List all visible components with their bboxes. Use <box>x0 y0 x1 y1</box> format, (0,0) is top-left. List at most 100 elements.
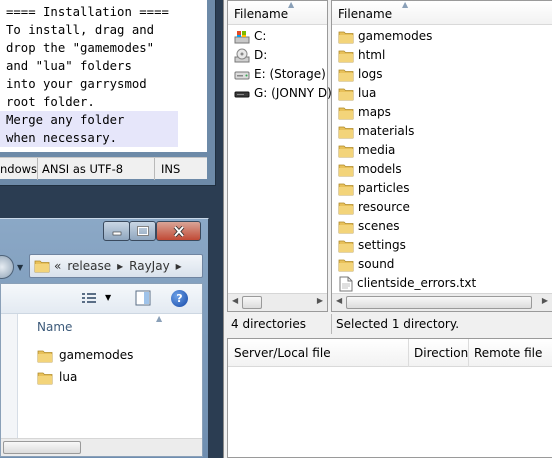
horizontal-scrollbar[interactable]: ◀ ▶ <box>228 293 327 311</box>
folder-icon <box>338 69 354 81</box>
scroll-right-icon[interactable]: ▶ <box>317 296 323 305</box>
remote-column-header[interactable]: ▲ Filename <box>332 0 552 25</box>
remote-folder-row[interactable]: particles <box>338 179 410 198</box>
remote-folder-row[interactable]: lua <box>338 84 376 103</box>
column-header-server-local-file[interactable]: Server/Local file <box>234 346 331 360</box>
scrollbar-thumb[interactable] <box>3 441 81 454</box>
minimize-icon <box>112 231 121 236</box>
list-item[interactable]: gamemodes <box>37 346 133 364</box>
local-column-header[interactable]: ▲ Filename <box>228 0 327 25</box>
folder-icon <box>338 126 354 138</box>
editor-line: root folder. <box>6 95 95 109</box>
column-header-name[interactable]: Name <box>37 320 72 334</box>
drive-label: D: <box>254 48 268 62</box>
remote-file-row[interactable]: clientside_errors.txt <box>339 274 476 293</box>
scroll-left-icon[interactable]: ◀ <box>232 296 238 305</box>
drive-row[interactable]: C: <box>234 27 266 46</box>
folder-icon <box>37 372 53 384</box>
folder-icon <box>338 240 354 252</box>
folder-icon <box>338 145 354 157</box>
editor-line: into your garrysmod <box>6 77 147 91</box>
close-button[interactable] <box>156 221 201 241</box>
chevron-down-icon[interactable]: ▼ <box>105 293 115 309</box>
preview-pane-icon[interactable] <box>135 290 151 306</box>
sort-ascending-icon: ▲ <box>156 314 163 323</box>
column-divider[interactable] <box>408 339 409 367</box>
drive-row[interactable]: G: (JONNY D) <box>234 84 332 103</box>
view-options-icon[interactable] <box>81 290 97 306</box>
transfer-queue[interactable]: Server/Local file Direction Remote file <box>227 338 552 458</box>
horizontal-scrollbar[interactable] <box>1 438 202 456</box>
remote-item-label: logs <box>358 67 383 81</box>
explorer-window: ▼ « release ▸ RayJay ▸ ▼ ? ▲ Name <box>0 218 209 458</box>
sort-ascending-icon: ▲ <box>402 0 409 9</box>
ftp-client-window: ▲ Filename C: D: E: (Storage) G: (JONNY … <box>223 0 552 458</box>
editor-line: ==== Installation ==== <box>6 5 169 19</box>
column-header-filename: Filename <box>338 7 393 21</box>
editor-line: To install, drag and <box>6 23 155 37</box>
editor-text-area[interactable]: ==== Installation ==== To install, drag … <box>0 0 207 152</box>
folder-icon <box>338 107 354 119</box>
windows-drive-icon <box>234 30 250 43</box>
breadcrumb-overflow[interactable]: « <box>54 259 61 273</box>
drive-label: E: (Storage) <box>254 67 326 81</box>
editor-line-selected: Merge any folder <box>0 111 178 129</box>
remote-item-label: gamemodes <box>358 29 433 43</box>
breadcrumb-separator[interactable]: ▸ <box>176 259 182 273</box>
breadcrumb-separator[interactable]: ▸ <box>117 259 123 273</box>
column-header-remote-file[interactable]: Remote file <box>474 346 542 360</box>
scrollbar-thumb[interactable] <box>346 296 532 309</box>
remote-folder-row[interactable]: materials <box>338 122 414 141</box>
remote-item-label: html <box>358 48 386 62</box>
drive-label: C: <box>254 29 267 43</box>
column-header-direction[interactable]: Direction <box>414 346 468 360</box>
breadcrumb-rayjay[interactable]: RayJay <box>129 259 170 273</box>
remote-folder-row[interactable]: scenes <box>338 217 399 236</box>
editor-line: and "lua" folders <box>6 59 132 73</box>
remote-folder-row[interactable]: settings <box>338 236 406 255</box>
address-bar[interactable]: « release ▸ RayJay ▸ <box>29 254 203 278</box>
remote-folder-row[interactable]: html <box>338 46 385 65</box>
help-icon[interactable]: ? <box>171 290 188 307</box>
list-item-label: lua <box>59 370 78 384</box>
folder-icon <box>338 259 354 271</box>
navigation-pane <box>1 314 18 438</box>
scroll-left-icon[interactable]: ◀ <box>336 296 342 305</box>
remote-file-list[interactable]: ▲ Filename ◀ ▶ gamemodes html logs lua maps m… <box>331 0 552 312</box>
maximize-button[interactable] <box>129 221 156 241</box>
editor-line-selected: when necessary. <box>0 129 178 147</box>
column-header-filename: Filename <box>234 7 289 21</box>
optical-drive-icon <box>234 48 250 62</box>
remote-status-text: Selected 1 directory. <box>331 314 552 334</box>
remote-item-label: sound <box>358 257 395 271</box>
remote-folder-row[interactable]: maps <box>338 103 391 122</box>
explorer-toolbar: ▼ ? <box>1 284 202 314</box>
remote-folder-row[interactable]: resource <box>338 198 410 217</box>
remote-item-label: media <box>358 143 396 157</box>
scrollbar-thumb[interactable] <box>242 296 262 309</box>
remote-item-label: lua <box>358 86 377 100</box>
remote-item-label: models <box>358 162 402 176</box>
remote-folder-row[interactable]: sound <box>338 255 394 274</box>
remote-folder-row[interactable]: media <box>338 141 395 160</box>
remote-folder-row[interactable]: gamemodes <box>338 27 432 46</box>
drive-row[interactable]: E: (Storage) <box>234 65 326 84</box>
minimize-button[interactable] <box>103 221 130 241</box>
list-item-label: gamemodes <box>59 348 134 362</box>
drive-row[interactable]: D: <box>234 46 267 65</box>
remote-folder-row[interactable]: logs <box>338 65 383 84</box>
editor-line: drop the "gamemodes" <box>6 41 155 55</box>
status-eol: ndows <box>0 158 38 180</box>
column-divider[interactable] <box>468 339 469 367</box>
drive-label: G: (JONNY D) <box>254 86 332 100</box>
scroll-right-icon[interactable]: ▶ <box>542 296 548 305</box>
forward-button[interactable] <box>0 255 14 279</box>
remote-folder-row[interactable]: models <box>338 160 402 179</box>
folder-icon <box>37 350 53 362</box>
breadcrumb-release[interactable]: release <box>67 259 111 273</box>
list-item[interactable]: lua <box>37 368 77 386</box>
local-file-list[interactable]: ▲ Filename C: D: E: (Storage) G: (JONNY … <box>227 0 332 312</box>
horizontal-scrollbar[interactable]: ◀ ▶ <box>332 293 552 311</box>
recent-pages-dropdown[interactable]: ▼ <box>17 263 23 272</box>
folder-icon <box>338 202 354 214</box>
